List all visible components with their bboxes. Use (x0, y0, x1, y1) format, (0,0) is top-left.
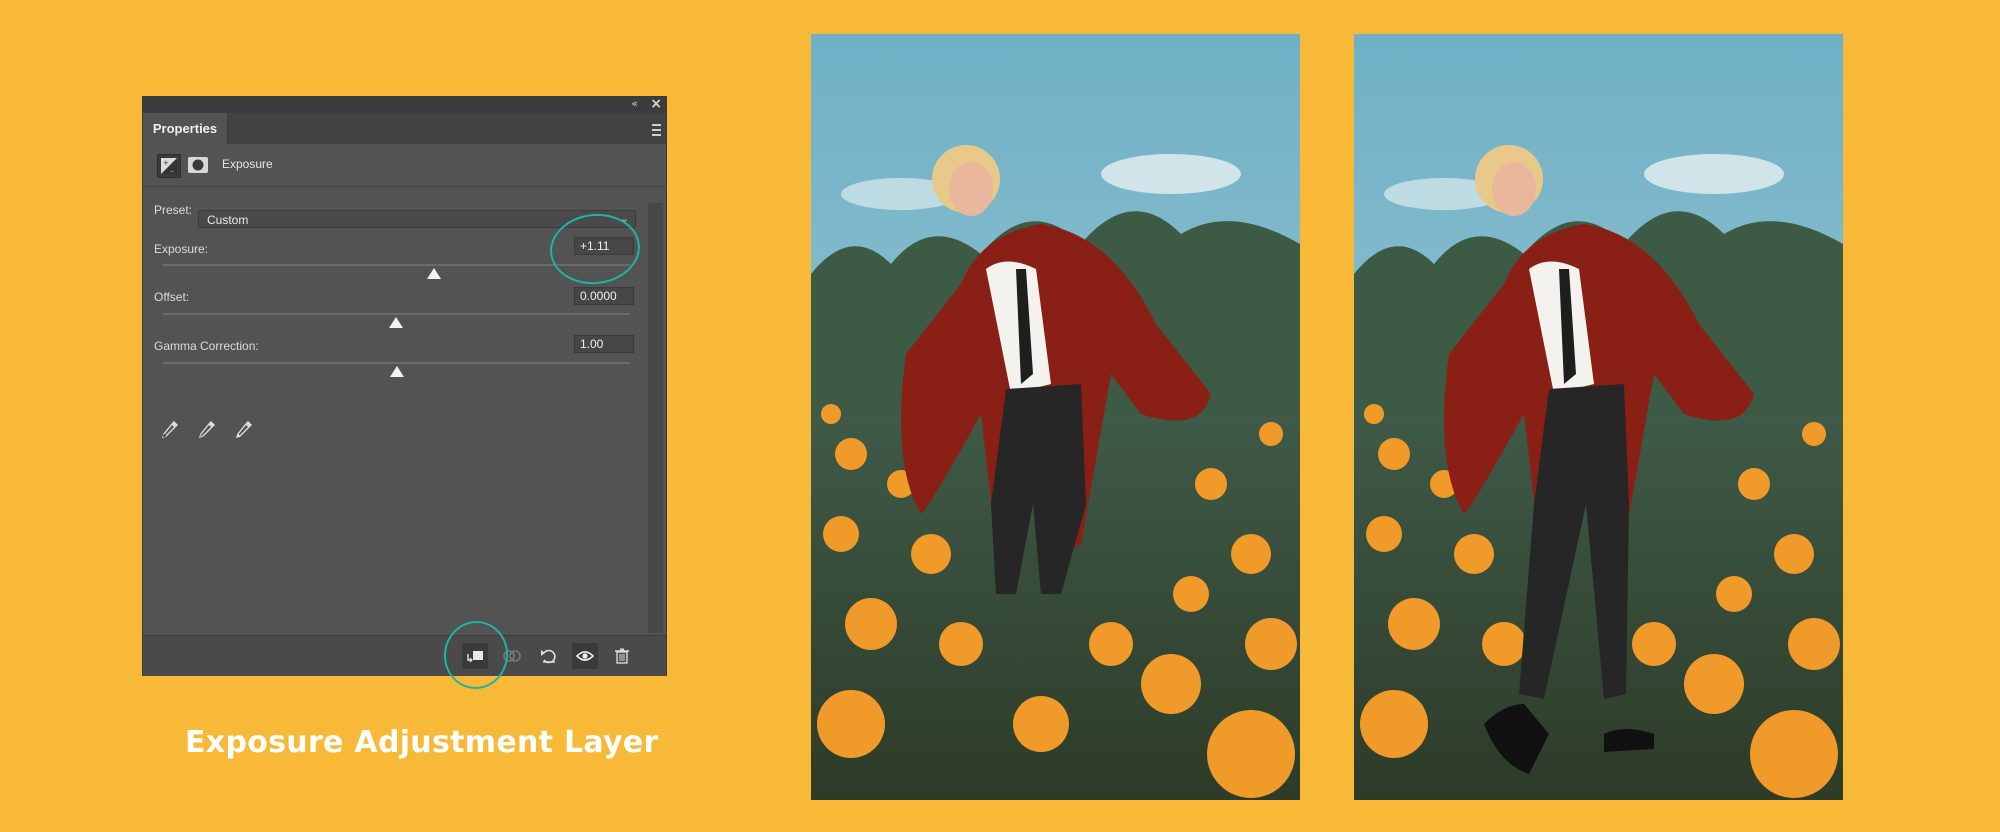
properties-panel: « × Properties + – Exposure Preset: Cust… (143, 97, 666, 676)
tab-properties[interactable]: Properties (143, 113, 228, 144)
before-photo (811, 34, 1300, 800)
gamma-correction-label: Gamma Correction: (154, 339, 259, 353)
adjustment-title: Exposure (222, 157, 273, 171)
panel-footer (143, 635, 666, 676)
white-point-eyedropper-icon[interactable] (233, 418, 255, 440)
offset-slider-thumb[interactable] (389, 317, 403, 328)
preset-value: Custom (207, 213, 249, 227)
panel-menu-icon[interactable] (652, 124, 661, 136)
panel-tab-strip: Properties (143, 113, 666, 144)
caption: Exposure Adjustment Layer (185, 725, 659, 760)
exposure-adjustment-icon[interactable]: + – (157, 154, 181, 178)
collapse-icon[interactable]: « (631, 98, 638, 110)
adjustment-header: + – Exposure (143, 144, 666, 187)
offset-field[interactable]: 0.0000 (574, 287, 634, 305)
visibility-eye-icon[interactable] (572, 643, 598, 669)
layer-mask-icon[interactable] (187, 154, 209, 176)
panel-scrollbar[interactable] (648, 203, 663, 633)
exposure-label: Exposure: (154, 242, 209, 256)
svg-text:–: – (170, 167, 174, 174)
exposure-slider-thumb[interactable] (427, 268, 441, 279)
reset-icon[interactable] (536, 643, 562, 669)
gamma-correction-field[interactable]: 1.00 (574, 335, 634, 353)
panel-title-bar: « × (143, 97, 666, 113)
gamma-slider-track[interactable] (163, 362, 630, 364)
after-photo (1354, 34, 1843, 800)
delete-icon[interactable] (609, 643, 635, 669)
gamma-slider-thumb[interactable] (390, 366, 404, 377)
preset-label: Preset: (154, 203, 193, 217)
svg-text:+: + (163, 159, 169, 167)
close-icon[interactable]: × (650, 97, 662, 111)
offset-label: Offset: (154, 290, 190, 304)
gray-point-eyedropper-icon[interactable] (196, 418, 218, 440)
offset-slider-track[interactable] (163, 313, 630, 315)
black-point-eyedropper-icon[interactable] (159, 418, 181, 440)
